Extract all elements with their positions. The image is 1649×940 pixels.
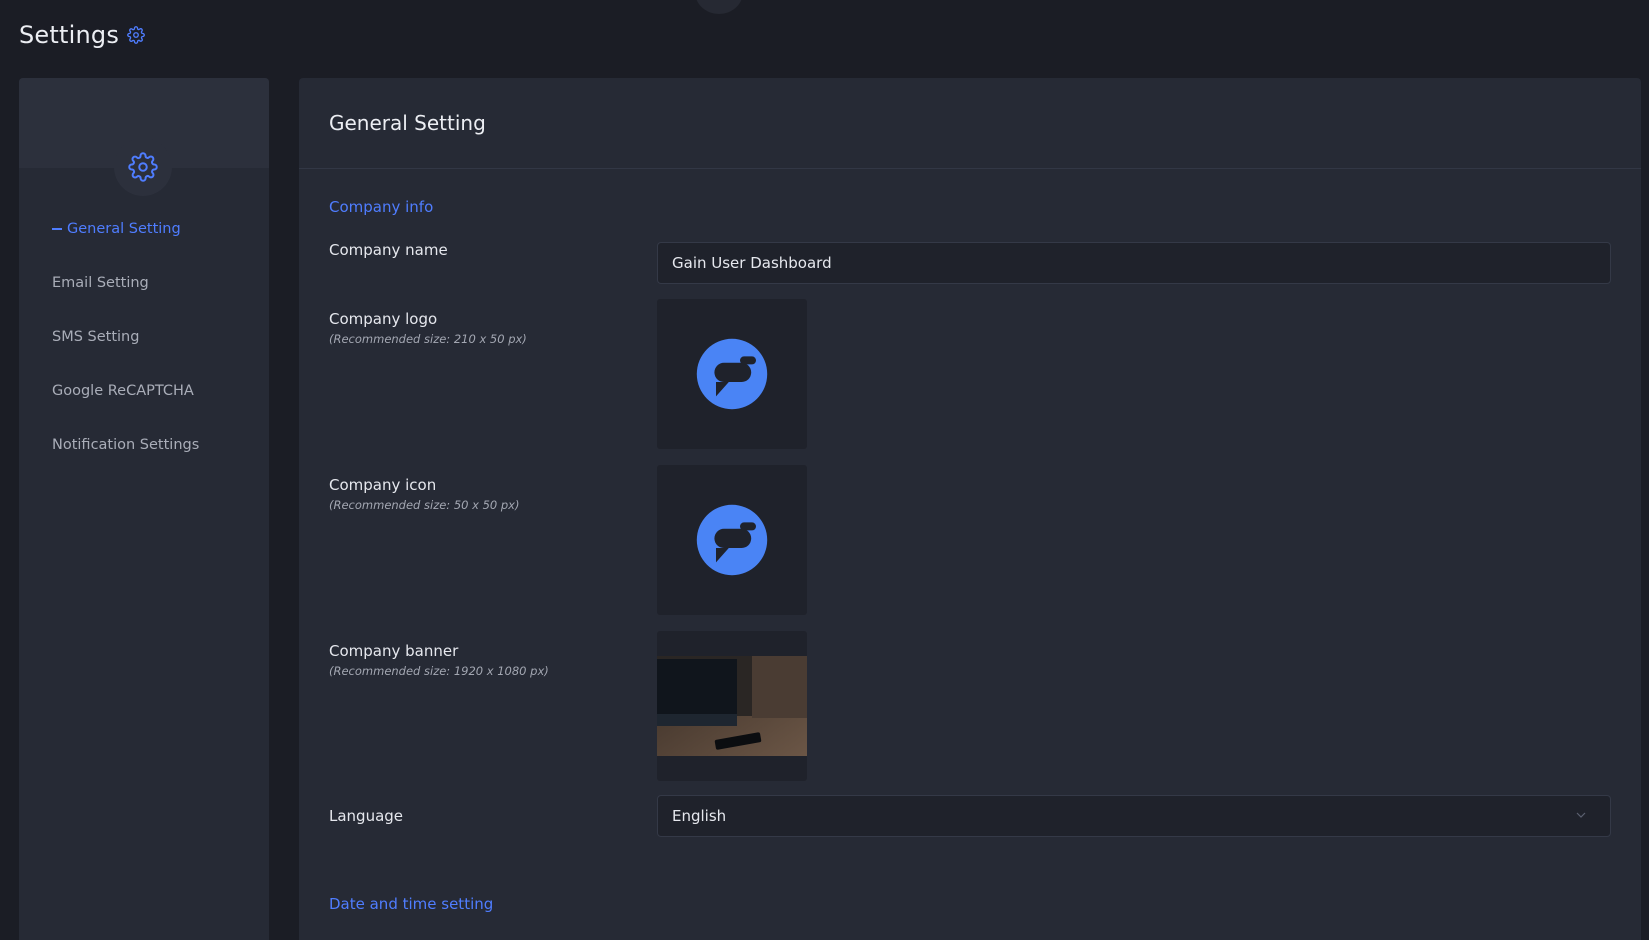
sidebar-item-label: SMS Setting	[52, 329, 140, 345]
panel-header: General Setting	[299, 78, 1641, 169]
top-decorative-tab	[695, 0, 743, 14]
sidebar-item-general-setting[interactable]: General Setting	[19, 202, 269, 256]
company-logo-upload[interactable]	[657, 299, 807, 449]
company-name-input[interactable]: Gain User Dashboard	[657, 242, 1611, 284]
settings-sidebar: General Setting Email Setting SMS Settin…	[19, 78, 269, 940]
company-banner-row: Company banner (Recommended size: 1920 x…	[329, 642, 1609, 678]
gear-icon	[128, 152, 158, 182]
page-title: Settings	[19, 21, 120, 49]
sidebar-item-label: General Setting	[67, 221, 181, 237]
page-header: Settings	[19, 18, 145, 52]
sidebar-item-label: Email Setting	[52, 275, 149, 291]
language-selected-value: English	[672, 807, 727, 825]
section-date-time: Date and time setting	[329, 895, 494, 913]
company-banner-hint: (Recommended size: 1920 x 1080 px)	[329, 664, 549, 678]
brand-logo-icon	[696, 504, 768, 576]
language-select[interactable]: English	[657, 795, 1611, 837]
sidebar-item-notification-settings[interactable]: Notification Settings	[19, 418, 269, 472]
active-indicator	[52, 228, 62, 230]
company-banner-label: Company banner	[329, 642, 459, 660]
gear-icon	[127, 26, 145, 44]
sidebar-item-label: Google ReCAPTCHA	[52, 383, 194, 399]
panel-title: General Setting	[329, 111, 486, 135]
company-icon-row: Company icon (Recommended size: 50 x 50 …	[329, 476, 1609, 512]
sidebar-nav: General Setting Email Setting SMS Settin…	[19, 202, 269, 472]
sidebar-item-google-recaptcha[interactable]: Google ReCAPTCHA	[19, 364, 269, 418]
company-icon-upload[interactable]	[657, 465, 807, 615]
sidebar-item-sms-setting[interactable]: SMS Setting	[19, 310, 269, 364]
section-company-info: Company info	[329, 198, 434, 216]
general-setting-panel: General Setting Company info Company nam…	[299, 78, 1641, 940]
sidebar-item-email-setting[interactable]: Email Setting	[19, 256, 269, 310]
sidebar-item-label: Notification Settings	[52, 437, 200, 453]
company-logo-hint: (Recommended size: 210 x 50 px)	[329, 332, 527, 346]
sidebar-header	[19, 78, 269, 196]
company-logo-label: Company logo	[329, 310, 438, 328]
company-icon-hint: (Recommended size: 50 x 50 px)	[329, 498, 520, 512]
company-banner-upload[interactable]	[657, 631, 807, 781]
brand-logo-icon	[696, 338, 768, 410]
company-icon-label: Company icon	[329, 476, 437, 494]
banner-image	[657, 656, 807, 756]
sidebar-gear-badge	[114, 138, 172, 196]
chevron-down-icon	[1576, 812, 1586, 818]
company-logo-row: Company logo (Recommended size: 210 x 50…	[329, 310, 1609, 346]
